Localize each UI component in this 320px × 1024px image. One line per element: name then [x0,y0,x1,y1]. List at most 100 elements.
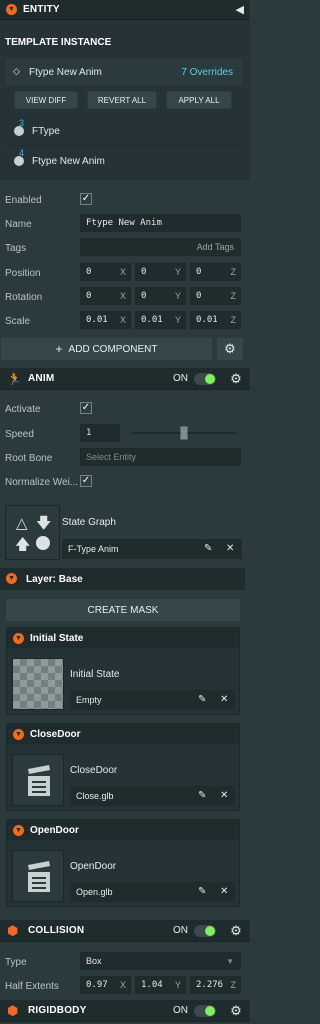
arrow-up-icon: 🡅 [15,536,31,553]
model-file-icon [28,861,50,892]
template-name: Ftype New Anim [29,67,102,78]
state-header[interactable]: ▼ Initial State [7,628,239,648]
plus-icon: + [55,342,63,356]
collapse-panel-icon[interactable]: ◀ [236,3,244,16]
normalize-checkbox[interactable]: ✓ [80,475,92,487]
rotation-z-field[interactable]: 0Z [190,287,241,305]
create-mask-button[interactable]: CREATE MASK [6,599,240,621]
activate-label: Activate [5,404,41,415]
half-extents-z-field[interactable]: 2.276 Z [190,976,241,994]
rotation-y-field[interactable]: 0Y [135,287,186,305]
axis-x: X [119,267,126,277]
entity-header[interactable]: ▼ ENTITY ◀ [0,0,250,20]
speed-slider-handle[interactable] [180,426,188,440]
rigidbody-toggle[interactable] [194,1005,216,1017]
template-item-row[interactable]: 4 Ftype New Anim [5,146,241,176]
model-thumbnail[interactable] [12,850,64,902]
activate-checkbox[interactable]: ✓ [80,402,92,414]
value: 0 [196,267,202,277]
state-header[interactable]: ▼ CloseDoor [7,724,239,744]
collision-header[interactable]: ⬢ COLLISION ON ⚙ [0,920,250,942]
state-header[interactable]: ▼ OpenDoor [7,820,239,840]
edit-icon[interactable]: ✎ [198,886,206,897]
view-diff-button[interactable]: VIEW DIFF [14,91,78,109]
component-settings-button[interactable]: ⚙ [217,338,243,360]
toggle-knob [205,1006,215,1016]
rigidbody-on-label: ON [173,1005,188,1016]
circle-icon [36,536,50,550]
state-asset-value: Close.glb [76,791,114,801]
remove-icon[interactable]: ✕ [220,790,228,801]
value: 0 [86,291,92,301]
overrides-link[interactable]: 7 Overrides [181,67,233,78]
position-y-field[interactable]: 0Y [135,263,186,281]
state-asset-field[interactable]: Close.glb ✎ ✕ [70,786,235,806]
layer-title: Layer: Base [26,574,83,585]
template-row[interactable]: ◇ Ftype New Anim 7 Overrides [5,58,243,86]
enabled-label: Enabled [5,195,42,206]
template-instance-heading: TEMPLATE INSTANCE [5,37,112,48]
collapse-icon[interactable]: ▼ [6,4,17,15]
state-asset-field[interactable]: Open.glb ✎ ✕ [70,882,235,902]
anim-toggle[interactable] [194,373,216,385]
remove-icon[interactable]: ✕ [226,543,234,554]
add-component-button[interactable]: + ADD COMPONENT [1,338,212,360]
speed-label: Speed [5,429,34,440]
edit-icon[interactable]: ✎ [198,790,206,801]
position-z-field[interactable]: 0Z [190,263,241,281]
anim-gear-icon[interactable]: ⚙ [230,372,242,385]
root-bone-field[interactable]: Select Entity [80,448,241,466]
scale-y-field[interactable]: 0.01 Y [135,311,186,329]
rigidbody-gear-icon[interactable]: ⚙ [230,1004,242,1017]
type-select[interactable]: Box ▼ [80,952,241,970]
speed-field[interactable]: 1 [80,424,120,442]
collision-gear-icon[interactable]: ⚙ [230,924,242,937]
position-label: Position [5,268,41,279]
name-label: Name [5,219,32,230]
axis-y: Y [174,267,181,277]
collapse-icon[interactable]: ▼ [13,824,24,836]
rotation-x-field[interactable]: 0X [80,287,131,305]
collapse-icon[interactable]: ▼ [13,728,24,740]
revert-all-button[interactable]: REVERT ALL [87,91,157,109]
name-field[interactable]: Ftype New Anim [80,214,241,232]
half-extents-y-field[interactable]: 1.04 Y [135,976,186,994]
template-item-row[interactable]: 3 FType [5,116,241,146]
position-x-field[interactable]: 0X [80,263,131,281]
state-title: CloseDoor [30,728,81,740]
collapse-icon[interactable]: ▼ [13,632,24,644]
value: 2.276 [196,980,224,990]
add-component-label: ADD COMPONENT [68,343,158,355]
enabled-checkbox[interactable]: ✓ [80,193,92,205]
state-graph-thumbnail[interactable]: △ 🡇 🡅 [5,505,60,560]
apply-all-button[interactable]: APPLY ALL [166,91,232,109]
empty-thumbnail[interactable] [12,658,64,710]
state-panel: ▼ OpenDoor OpenDoor Open.glb ✎ ✕ [6,819,240,907]
anim-header[interactable]: 🏃 ANIM ON ⚙ [0,368,250,390]
state-panel: ▼ CloseDoor CloseDoor Close.glb ✎ ✕ [6,723,240,811]
anim-title: ANIM [28,373,55,384]
state-asset-field[interactable]: Empty ✎ ✕ [70,690,235,710]
tags-field[interactable]: Add Tags [80,238,241,256]
remove-icon[interactable]: ✕ [220,694,228,705]
rigidbody-header[interactable]: ⬢ RIGIDBODY ON ⚙ [0,1000,250,1022]
axis-z: Z [230,315,237,325]
edit-icon[interactable]: ✎ [198,694,206,705]
collapse-icon[interactable]: ▼ [6,573,17,584]
collision-toggle[interactable] [194,925,216,937]
half-extents-x-field[interactable]: 0.97 X [80,976,131,994]
scale-x-field[interactable]: 0.01 X [80,311,131,329]
axis-z: Z [230,267,237,277]
remove-icon[interactable]: ✕ [220,886,228,897]
chevron-down-icon: ▼ [226,957,234,966]
edit-icon[interactable]: ✎ [204,543,212,554]
state-graph-value: F-Type Anim [68,544,119,554]
state-graph-field[interactable]: F-Type Anim ✎ ✕ [62,539,242,559]
value: 0.97 [86,980,108,990]
model-thumbnail[interactable] [12,754,64,806]
model-file-icon [28,765,50,796]
layer-base-header[interactable]: ▼ Layer: Base [0,568,245,590]
type-label: Type [5,957,27,968]
item-label: FType [32,126,60,137]
scale-z-field[interactable]: 0.01 Z [190,311,241,329]
